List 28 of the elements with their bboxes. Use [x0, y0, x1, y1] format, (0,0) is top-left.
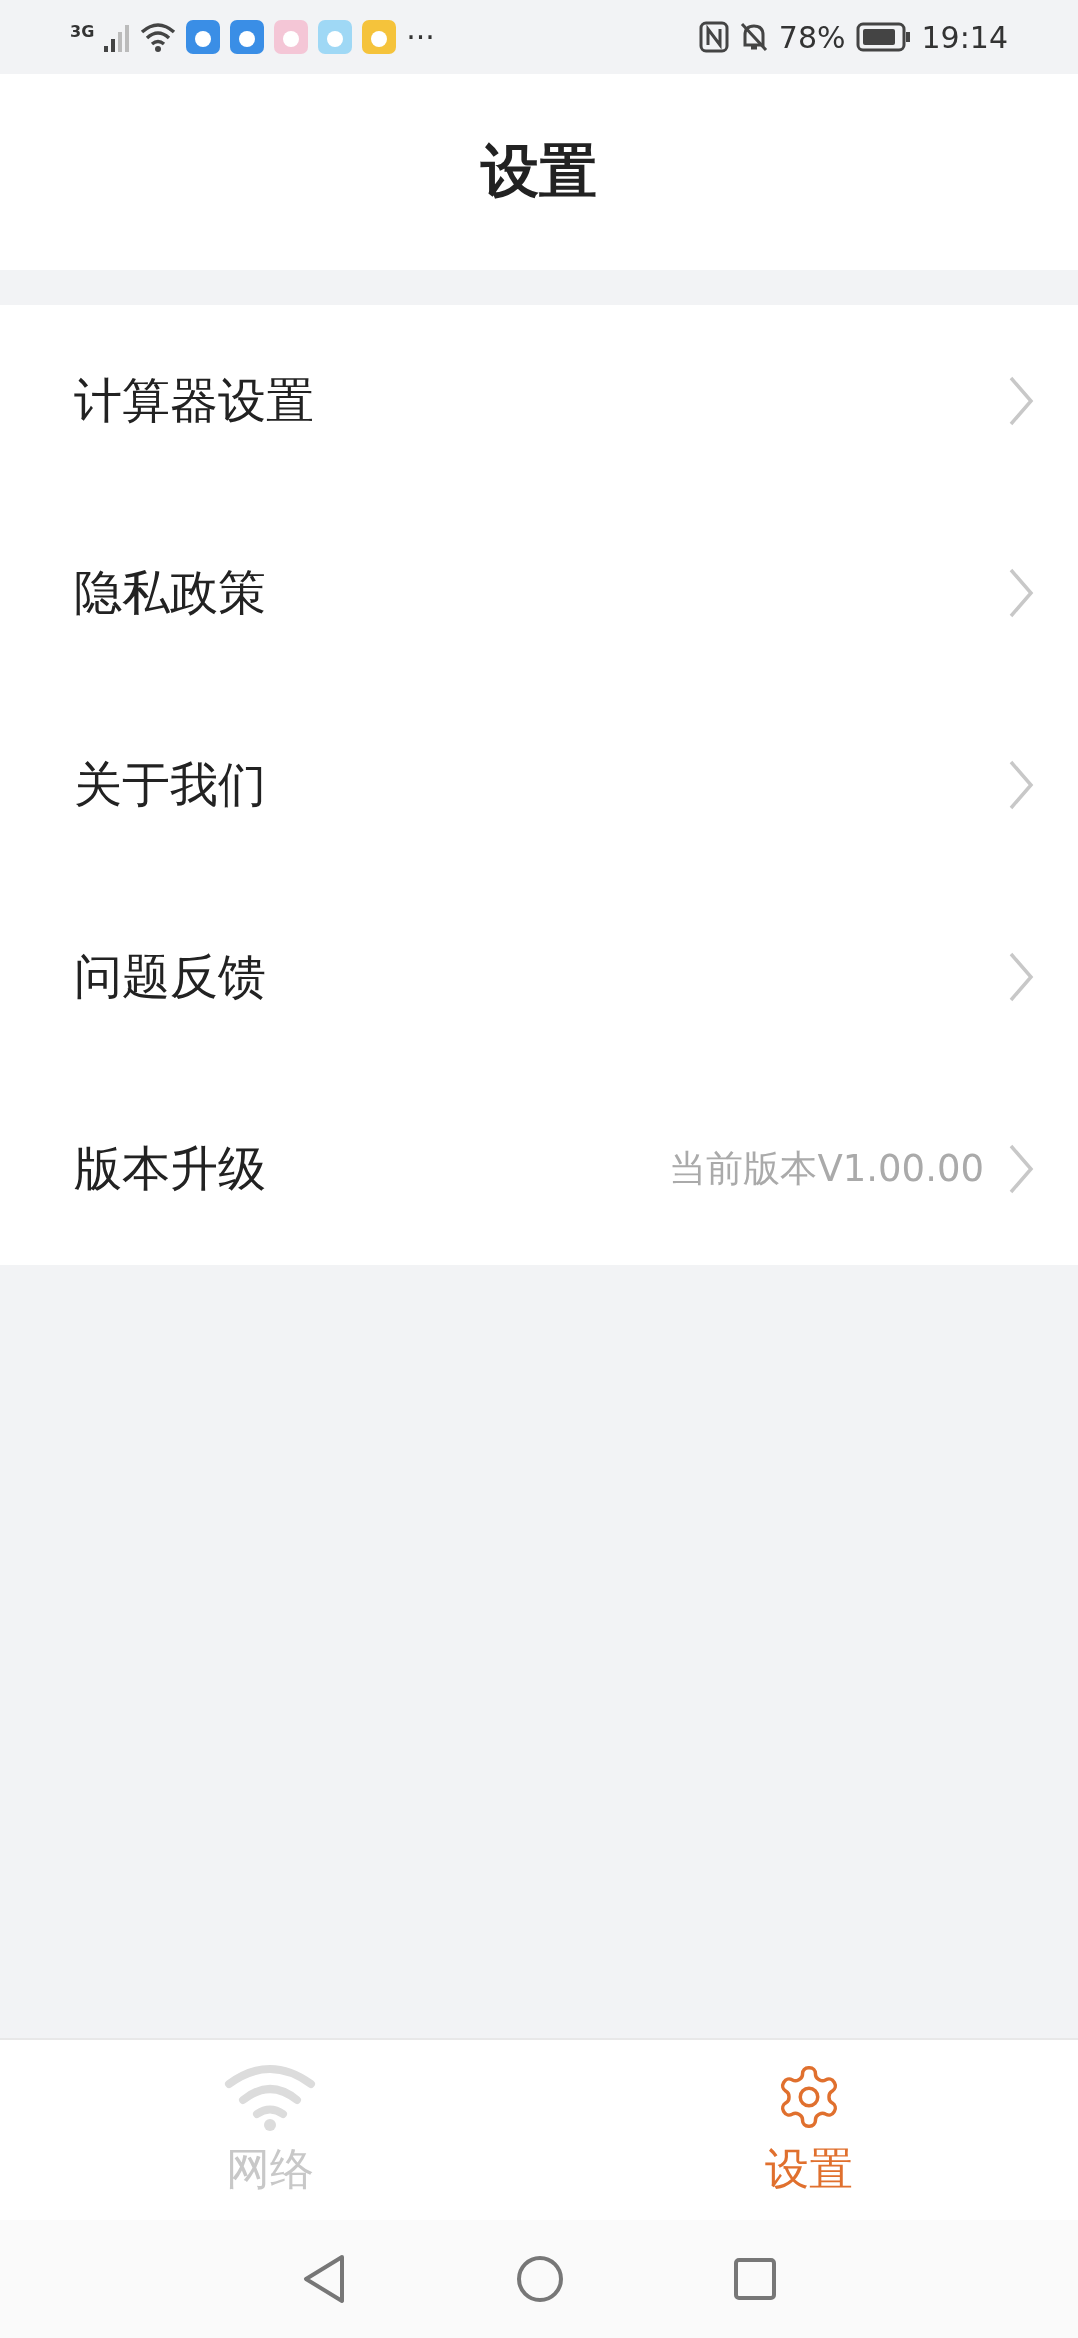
- nfc-icon: [698, 21, 729, 53]
- app-notification-icon: [230, 20, 265, 54]
- page-title: 设置: [481, 136, 597, 207]
- settings-row[interactable]: 隐私政策: [0, 497, 1078, 689]
- bell-muted-icon: [738, 21, 769, 53]
- chevron-right-icon: [1008, 759, 1034, 811]
- battery-icon: [855, 22, 912, 52]
- signal-icon: [104, 22, 131, 52]
- settings-row[interactable]: 关于我们: [0, 689, 1078, 881]
- app-notification-icon: [362, 20, 397, 54]
- chevron-right-icon: [1008, 375, 1034, 427]
- app-notification-icon: [186, 20, 221, 54]
- recents-icon[interactable]: [734, 2258, 776, 2300]
- more-notifications: ···: [406, 19, 435, 55]
- chevron-right-icon: [1008, 951, 1034, 1003]
- home-icon[interactable]: [516, 2255, 564, 2303]
- settings-row[interactable]: 计算器设置: [0, 305, 1078, 497]
- clock: 19:14: [921, 19, 1008, 55]
- app-notification-icon: [318, 20, 353, 54]
- chevron-right-icon: [1008, 1143, 1034, 1195]
- chevron-right-icon: [1008, 567, 1034, 619]
- settings-row[interactable]: 问题反馈: [0, 881, 1078, 1073]
- network-type: 3G: [70, 22, 95, 41]
- battery-level: 78%: [778, 19, 846, 55]
- back-icon[interactable]: [302, 2254, 346, 2304]
- app-notification-icon: [274, 20, 309, 54]
- settings-row[interactable]: 版本升级 当前版本V1.00.00: [0, 1073, 1078, 1265]
- wifi-icon: [140, 22, 177, 52]
